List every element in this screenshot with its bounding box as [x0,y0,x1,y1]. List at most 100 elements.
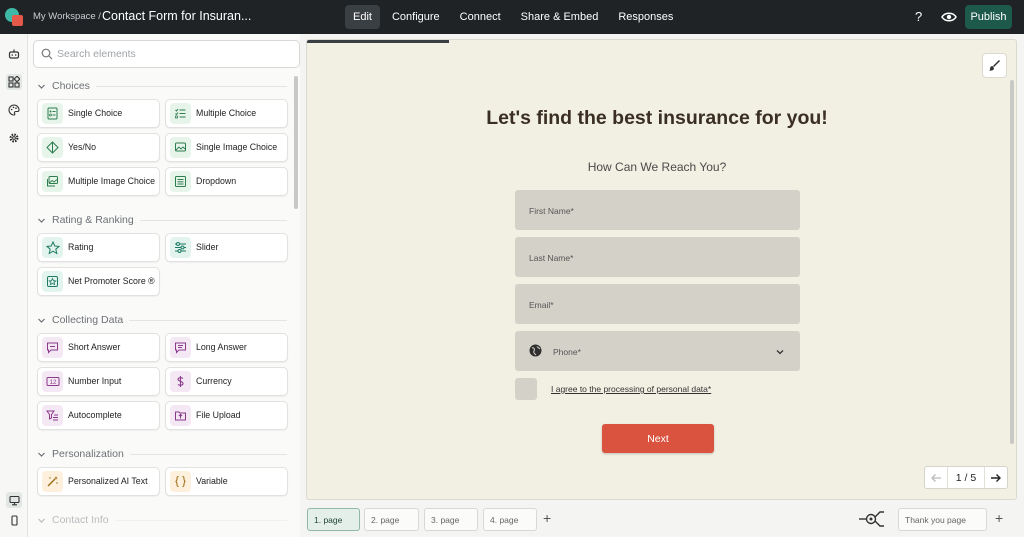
section-title: Personalization [52,448,124,460]
section-title: Contact Info [52,514,109,526]
multiple-image-icon [42,171,63,192]
number-input-icon: 12 [42,371,63,392]
tab-responses[interactable]: Responses [610,5,681,29]
email-field[interactable]: Email* [515,284,800,324]
section-title: Choices [52,80,90,92]
settings-gear-icon[interactable] [6,130,22,146]
svg-text:12: 12 [49,380,56,386]
form-title[interactable]: Contact Form for Insuran... [102,9,251,23]
element-label: Single Image Choice [196,142,278,152]
consent-checkbox[interactable] [515,378,537,400]
upload-icon [170,405,191,426]
help-button[interactable]: ? [915,9,922,24]
page-tab-1[interactable]: 1. page [307,508,360,531]
dropdown-icon [170,171,191,192]
next-page-button[interactable] [985,467,1007,488]
element-label: Autocomplete [68,410,122,420]
element-multiple-choice[interactable]: Multiple Choice [165,99,288,128]
element-single-choice[interactable]: Single Choice [37,99,160,128]
bot-icon[interactable] [6,46,22,62]
element-label: Personalized AI Text [68,476,148,486]
brush-icon [989,59,1001,71]
element-net-promoter-score[interactable]: Net Promoter Score ® [37,267,160,296]
tab-connect[interactable]: Connect [452,5,509,29]
form-heading: Let's find the best insurance for you! [486,107,828,129]
tab-share-embed[interactable]: Share & Embed [513,5,607,29]
globe-icon[interactable] [529,344,542,357]
element-currency[interactable]: Currency [165,367,288,396]
thank-you-page-tab[interactable]: Thank you page [898,508,987,531]
page-navigator: 1 / 5 [924,466,1008,489]
section-contact-info[interactable]: Contact Info [37,514,287,526]
first-name-field[interactable]: First Name* [515,190,800,230]
chevron-down-icon [38,452,45,457]
palette-icon[interactable] [6,102,22,118]
main-nav: Edit Configure Connect Share & Embed Res… [345,5,681,29]
publish-button[interactable]: Publish [965,5,1012,29]
add-ending-button[interactable]: + [995,510,1003,526]
elements-icon[interactable] [6,74,22,90]
page-tab-3[interactable]: 3. page [424,508,478,531]
chevron-down-icon [38,84,45,89]
yes-no-icon [42,137,63,158]
page-tab-4[interactable]: 4. page [483,508,537,531]
search-icon [41,48,53,60]
arrow-right-icon [991,473,1001,482]
element-personalized-ai-text[interactable]: Personalized AI Text [37,467,160,496]
left-rail [0,34,28,537]
next-button[interactable]: Next [602,424,714,453]
element-rating[interactable]: Rating [37,233,160,262]
element-label: Rating [68,242,94,252]
chevron-down-icon [38,518,45,523]
single-choice-icon [42,103,63,124]
page-tab-2[interactable]: 2. page [364,508,419,531]
section-personalization[interactable]: Personalization [37,448,287,460]
canvas-scrollbar[interactable] [1010,80,1014,444]
app-logo-icon[interactable] [4,7,24,27]
element-label: Long Answer [196,342,247,352]
image-choice-icon [170,137,191,158]
element-short-answer[interactable]: Short Answer [37,333,160,362]
desktop-view-icon[interactable] [6,492,22,508]
element-label: Short Answer [68,342,121,352]
element-single-image-choice[interactable]: Single Image Choice [165,133,288,162]
braces-icon [170,471,191,492]
panel-scrollbar[interactable] [294,76,298,209]
element-long-answer[interactable]: Long Answer [165,333,288,362]
element-label: File Upload [196,410,241,420]
logic-flow-icon[interactable] [858,508,886,530]
magic-wand-icon [42,471,63,492]
section-choices[interactable]: Choices [37,80,287,92]
element-multiple-image-choice[interactable]: Multiple Image Choice [37,167,160,196]
element-label: Currency [196,376,232,386]
breadcrumb-workspace[interactable]: My Workspace / [33,11,101,22]
element-label: Number Input [68,376,122,386]
add-page-button[interactable]: + [543,510,551,526]
tab-edit[interactable]: Edit [345,5,380,29]
search-input[interactable] [57,46,287,62]
element-label: Variable [196,476,228,486]
tab-configure[interactable]: Configure [384,5,448,29]
element-dropdown[interactable]: Dropdown [165,167,288,196]
section-rating-ranking[interactable]: Rating & Ranking [37,214,287,226]
star-icon [42,237,63,258]
element-autocomplete[interactable]: Autocomplete [37,401,160,430]
element-file-upload[interactable]: File Upload [165,401,288,430]
element-variable[interactable]: Variable [165,467,288,496]
mobile-view-icon[interactable] [6,512,22,528]
element-label: Multiple Choice [196,108,257,118]
preview-eye-icon[interactable] [941,9,957,25]
element-yes-no[interactable]: Yes/No [37,133,160,162]
section-collecting-data[interactable]: Collecting Data [37,314,287,326]
page-indicator: 1 / 5 [947,467,985,488]
chevron-down-icon[interactable] [775,347,785,357]
last-name-field[interactable]: Last Name* [515,237,800,277]
section-title: Rating & Ranking [52,214,134,226]
design-brush-button[interactable] [982,53,1007,78]
element-slider[interactable]: Slider [165,233,288,262]
prev-page-button[interactable] [925,467,947,488]
element-label: Slider [196,242,219,252]
consent-link[interactable]: I agree to the processing of personal da… [551,384,711,394]
phone-field[interactable]: Phone* [515,331,800,371]
element-number-input[interactable]: 12 Number Input [37,367,160,396]
